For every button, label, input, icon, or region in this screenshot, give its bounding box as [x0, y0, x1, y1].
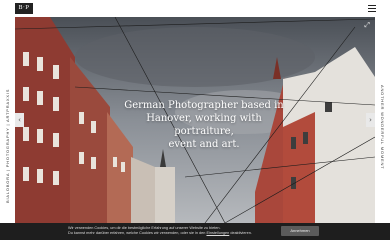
cookie-message: Wir verwenden Cookies, um dir die bestmö…	[68, 226, 252, 236]
top-bar: B·P	[0, 0, 390, 17]
cookie-text: Du kannst mehr darüber erfahren, welche …	[68, 231, 206, 235]
side-brand-text: BIALOBORA | PHOTOGRAPHY | ARTPRAXXIS	[5, 88, 10, 203]
cookie-banner: Wir verwenden Cookies, um dir die bestmö…	[0, 223, 390, 240]
left-side-strip: BIALOBORA | PHOTOGRAPHY | ARTPRAXXIS	[0, 17, 15, 223]
chevron-right-icon[interactable]: ›	[366, 113, 375, 127]
accept-cookies-button[interactable]: Annehmen	[281, 226, 319, 236]
hamburger-icon[interactable]	[368, 5, 376, 12]
cookie-line: Du kannst mehr darüber erfahren, welche …	[68, 231, 252, 236]
hero-headline: German Photographer based in Hanover, wo…	[119, 99, 289, 151]
chevron-left-icon[interactable]: ‹	[15, 113, 24, 127]
headline-line: Hanover, working with portraiture,	[146, 113, 262, 137]
hero-image: German Photographer based in Hanover, wo…	[15, 17, 375, 223]
headline-line: event and art.	[168, 139, 240, 150]
logo[interactable]: B·P	[15, 3, 33, 14]
cookie-text: deaktivieren.	[230, 231, 252, 235]
right-side-strip: ANOTHER WONDERFUL MOMENT	[375, 17, 390, 223]
cookie-settings-link[interactable]: Einstellungen	[206, 231, 229, 235]
side-tagline-text: ANOTHER WONDERFUL MOMENT	[380, 85, 385, 170]
headline-line: German Photographer based in	[124, 100, 284, 111]
expand-icon[interactable]: ⤢	[364, 21, 370, 30]
